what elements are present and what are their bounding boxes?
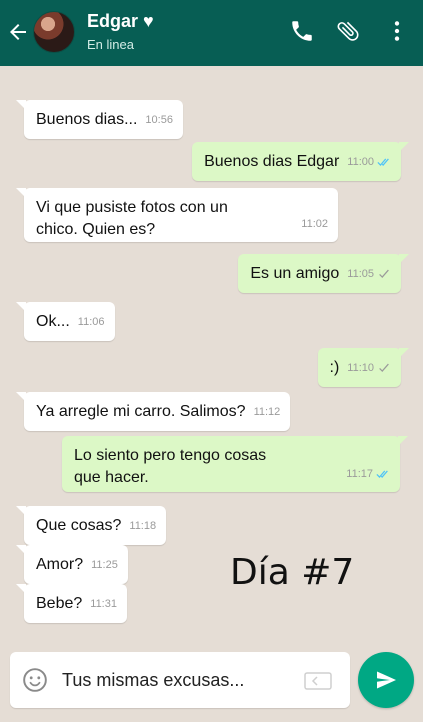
message-time: 11:00	[347, 151, 391, 173]
message-time: 11:12	[253, 406, 281, 418]
gallery-icon[interactable]	[303, 671, 333, 691]
overlay-caption: Día #7	[230, 552, 355, 593]
message-bubble-incoming[interactable]: Ok... 11:06	[16, 302, 115, 341]
message-time: 11:31	[90, 598, 117, 610]
emoji-icon[interactable]	[22, 667, 48, 693]
paperclip-icon[interactable]	[335, 18, 361, 44]
message-text: Buenos dias...	[36, 111, 138, 128]
message-text: Bebe?	[36, 595, 83, 612]
message-bubble-outgoing[interactable]: Es un amigo 11:05	[238, 254, 409, 293]
message-bubble-outgoing[interactable]: Lo siento pero tengo cosas que hacer. 11…	[62, 436, 408, 492]
message-time: 11:18	[129, 520, 157, 532]
message-composer	[10, 652, 350, 708]
message-bubble-incoming[interactable]: Vi que pusiste fotos con un chico. Quien…	[16, 188, 338, 242]
message-time: 11:10	[347, 357, 391, 379]
message-bubble-incoming[interactable]: Bebe? 11:31	[16, 584, 127, 623]
check-sent-icon	[379, 363, 389, 372]
message-input[interactable]	[62, 666, 288, 694]
message-text: Que cosas?	[36, 517, 122, 534]
message-time: 11:05	[347, 263, 391, 285]
message-text: Es un amigo	[250, 265, 340, 282]
message-text: Ya arregle mi carro. Salimos?	[36, 403, 246, 420]
contact-status: En linea	[87, 37, 134, 52]
message-text: Amor?	[36, 556, 84, 573]
message-text: Lo siento pero tengo cosas que hacer.	[74, 447, 267, 486]
message-time: 11:02	[301, 218, 328, 230]
phone-icon[interactable]	[289, 18, 315, 44]
message-time: 11:25	[91, 559, 118, 571]
more-vert-icon[interactable]	[384, 18, 410, 44]
double-check-read-icon	[377, 158, 389, 166]
message-text: :)	[329, 359, 340, 376]
avatar[interactable]	[33, 11, 75, 53]
message-bubble-outgoing[interactable]: :) 11:10	[317, 348, 409, 387]
message-text: Vi que pusiste fotos con un chico. Quien…	[36, 199, 228, 238]
contact-name[interactable]: Edgar ♥	[87, 11, 154, 32]
back-arrow-icon[interactable]	[6, 20, 30, 44]
message-list[interactable]: Buenos dias... 10:56 Buenos dias Edgar 11:…	[0, 66, 423, 640]
send-button[interactable]	[358, 652, 414, 708]
message-time: 11:17	[346, 463, 390, 485]
message-bubble-incoming[interactable]: Que cosas? 11:18	[15, 506, 167, 545]
check-sent-icon	[379, 269, 389, 278]
message-time: 11:06	[77, 316, 105, 328]
message-text: Ok...	[36, 313, 70, 330]
message-bubble-incoming[interactable]: Amor? 11:25	[16, 545, 128, 584]
send-icon	[377, 671, 396, 689]
double-check-read-icon	[376, 470, 388, 478]
message-text: Buenos dias Edgar	[204, 153, 340, 170]
message-bubble-incoming[interactable]: Buenos dias... 10:56	[16, 100, 183, 139]
message-bubble-incoming[interactable]: Ya arregle mi carro. Salimos? 11:12	[15, 392, 291, 431]
message-time: 10:56	[145, 114, 173, 126]
message-bubble-outgoing[interactable]: Buenos dias Edgar 11:00	[192, 142, 409, 181]
chat-header: Edgar ♥ En linea	[0, 0, 423, 66]
